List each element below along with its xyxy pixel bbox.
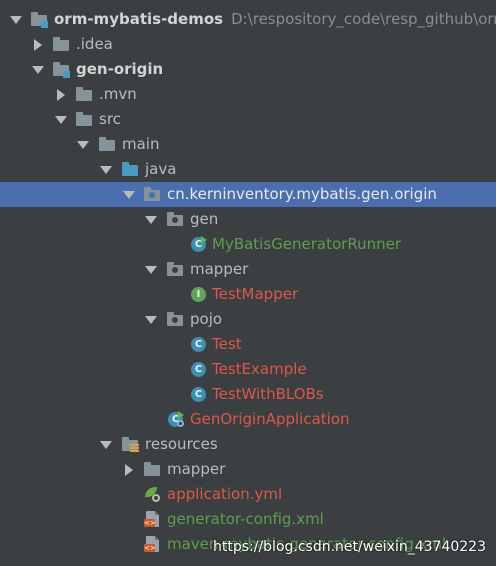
tree-label-test-with-blobs: TestWithBLOBs bbox=[212, 385, 324, 403]
chevron-down-icon[interactable] bbox=[144, 257, 158, 282]
tree-row-runner[interactable]: C MyBatisGeneratorRunner bbox=[0, 232, 496, 257]
tree-row-application-yml[interactable]: application.yml bbox=[0, 482, 496, 507]
tree-row-pojo[interactable]: pojo bbox=[0, 307, 496, 332]
folder-icon bbox=[76, 111, 94, 128]
tree-label-java: java bbox=[145, 160, 177, 178]
tree-row-test-mapper[interactable]: I TestMapper bbox=[0, 282, 496, 307]
tree-label-gen-origin: gen-origin bbox=[76, 60, 164, 78]
tree-row-application[interactable]: C GenOriginApplication bbox=[0, 407, 496, 432]
xml-file-icon: <> bbox=[144, 511, 162, 528]
tree-label-application: GenOriginApplication bbox=[190, 410, 350, 428]
tree-label-resources-mapper: mapper bbox=[167, 460, 226, 478]
tree-label-runner: MyBatisGeneratorRunner bbox=[212, 235, 402, 253]
tree-label-test: Test bbox=[212, 335, 242, 353]
chevron-right-icon[interactable] bbox=[122, 457, 136, 482]
tree-row-src[interactable]: src bbox=[0, 107, 496, 132]
chevron-down-icon[interactable] bbox=[99, 157, 113, 182]
project-path: D:\respository_code\resp_github\orm bbox=[231, 10, 496, 28]
package-icon bbox=[167, 211, 185, 228]
tree-label-mvn: .mvn bbox=[99, 85, 137, 103]
project-name: orm-mybatis-demos D:\respository_code\res… bbox=[54, 7, 496, 32]
xml-file-icon: <> bbox=[144, 536, 162, 553]
tree-label-main: main bbox=[122, 135, 160, 153]
folder-icon bbox=[144, 461, 162, 478]
tree-label-src: src bbox=[99, 110, 121, 128]
chevron-down-icon[interactable] bbox=[122, 182, 136, 207]
class-icon: C bbox=[190, 386, 208, 403]
folder-icon bbox=[53, 36, 71, 53]
tree-row-package[interactable]: cn.kerninventory.mybatis.gen.origin bbox=[0, 182, 496, 207]
chevron-down-icon[interactable] bbox=[76, 132, 90, 157]
tree-row-java[interactable]: java bbox=[0, 157, 496, 182]
folder-icon bbox=[99, 136, 117, 153]
chevron-down-icon[interactable] bbox=[99, 432, 113, 457]
tree-label-resources: resources bbox=[145, 435, 218, 453]
tree-row-project-root[interactable]: orm-mybatis-demos D:\respository_code\res… bbox=[0, 7, 496, 32]
tree-row-test-with-blobs[interactable]: C TestWithBLOBs bbox=[0, 382, 496, 407]
folder-icon bbox=[76, 86, 94, 103]
runnable-class-icon: C bbox=[190, 236, 208, 253]
class-icon: C bbox=[190, 336, 208, 353]
tree-label-pojo: pojo bbox=[190, 310, 223, 328]
tree-label-mapper-package: mapper bbox=[190, 260, 249, 278]
project-tree: orm-mybatis-demos D:\respository_code\res… bbox=[0, 7, 496, 557]
watermark: https://blog.csdn.net/weixin_43740223 bbox=[212, 539, 486, 555]
package-icon bbox=[167, 311, 185, 328]
tree-row-test-example[interactable]: C TestExample bbox=[0, 357, 496, 382]
chevron-right-icon[interactable] bbox=[54, 82, 68, 107]
chevron-right-icon[interactable] bbox=[31, 32, 45, 57]
source-folder-icon bbox=[122, 161, 140, 178]
tree-row-gen[interactable]: gen bbox=[0, 207, 496, 232]
class-icon: C bbox=[190, 361, 208, 378]
chevron-down-icon[interactable] bbox=[9, 7, 23, 32]
spring-boot-class-icon: C bbox=[167, 411, 185, 428]
chevron-down-icon[interactable] bbox=[144, 207, 158, 232]
module-folder-icon bbox=[31, 11, 49, 28]
package-icon bbox=[167, 261, 185, 278]
tree-row-gen-origin[interactable]: gen-origin bbox=[0, 57, 496, 82]
tree-label-idea: .idea bbox=[76, 35, 113, 53]
tree-label-application-yml: application.yml bbox=[167, 485, 283, 503]
module-folder-icon bbox=[53, 61, 71, 78]
interface-icon: I bbox=[190, 286, 208, 303]
tree-label-test-mapper: TestMapper bbox=[212, 285, 299, 303]
chevron-down-icon[interactable] bbox=[144, 307, 158, 332]
package-icon bbox=[144, 186, 162, 203]
chevron-down-icon[interactable] bbox=[54, 107, 68, 132]
chevron-down-icon[interactable] bbox=[31, 57, 45, 82]
tree-row-idea[interactable]: .idea bbox=[0, 32, 496, 57]
tree-row-resources[interactable]: resources bbox=[0, 432, 496, 457]
tree-row-main[interactable]: main bbox=[0, 132, 496, 157]
tree-row-test[interactable]: C Test bbox=[0, 332, 496, 357]
tree-label-test-example: TestExample bbox=[212, 360, 307, 378]
tree-label-package: cn.kerninventory.mybatis.gen.origin bbox=[167, 185, 437, 203]
tree-label-gen: gen bbox=[190, 210, 219, 228]
tree-label-generator-config: generator-config.xml bbox=[167, 510, 324, 528]
tree-row-generator-config[interactable]: <> generator-config.xml bbox=[0, 507, 496, 532]
tree-row-mapper-package[interactable]: mapper bbox=[0, 257, 496, 282]
resources-folder-icon bbox=[122, 436, 140, 453]
tree-row-mvn[interactable]: .mvn bbox=[0, 82, 496, 107]
tree-row-resources-mapper[interactable]: mapper bbox=[0, 457, 496, 482]
spring-config-icon bbox=[144, 486, 162, 503]
